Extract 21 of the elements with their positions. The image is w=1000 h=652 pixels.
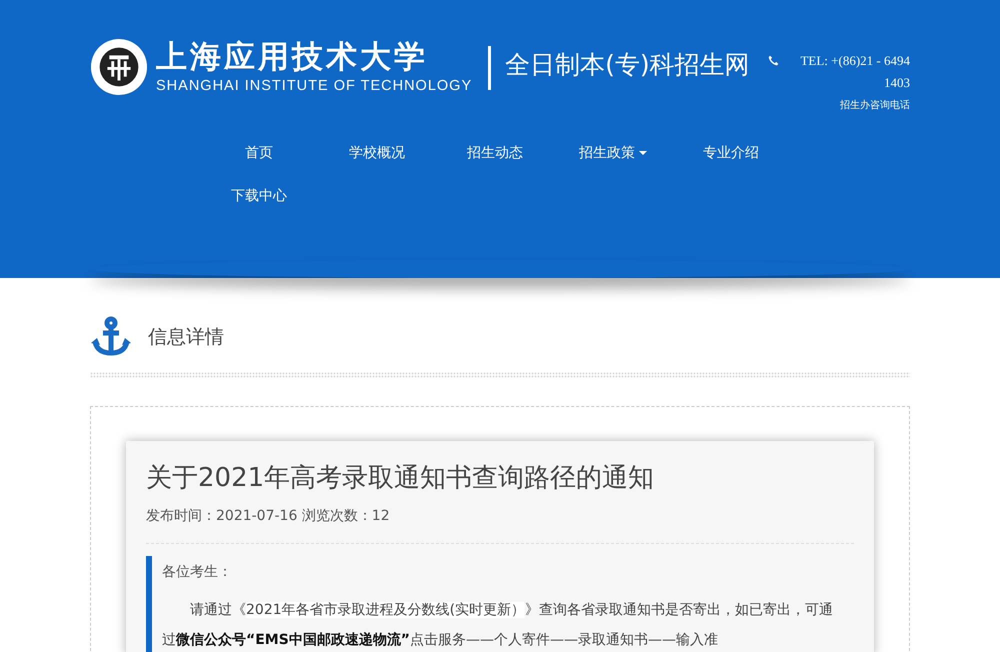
nav-link[interactable]: 招生动态 [436, 141, 554, 166]
phone-label: 招生办咨询电话 [840, 98, 910, 113]
phone-number: TEL: +(86)21 - 6494 1403 [799, 52, 910, 92]
site-title: 全日制本(专)科招生网 [505, 49, 750, 81]
report-link[interactable]: 2021年各省市录取进程及分数线(实时更新） [246, 602, 526, 618]
school-name-chinese: 上海应用技术大学 [156, 42, 429, 73]
article-paragraph: 请通过《2021年各省市录取进程及分数线(实时更新）》查询各省录取通知书是否寄出，如已寄出，可通过微信公众号“EMS中国邮政速递物流”点击服务——个人寄件——录取通知书——输入准 [162, 601, 834, 650]
nav-link[interactable]: 专业介绍 [672, 141, 790, 166]
article-title: 关于2021年高考录取通知书查询路径的通知 [146, 463, 656, 494]
school-name-english: SHANGHAI INSTITUTE OF TECHNOLOGY [156, 79, 472, 94]
phone-icon [768, 55, 779, 66]
nav-link[interactable]: 下载中心 [200, 184, 318, 209]
nav-link[interactable]: 首页 [200, 141, 318, 166]
anchor-icon [90, 316, 132, 358]
greeting-text: 各位考生： [162, 563, 233, 582]
section-title: 信息详情 [148, 324, 224, 350]
caret-icon [639, 151, 647, 156]
school-emblem-icon [90, 38, 148, 96]
nav-link[interactable]: 学校概况 [318, 141, 436, 166]
article-meta: 发布时间：2021-07-16 浏览次数：12 [146, 507, 391, 526]
nav-dropdown[interactable]: 招生政策 [554, 141, 672, 166]
